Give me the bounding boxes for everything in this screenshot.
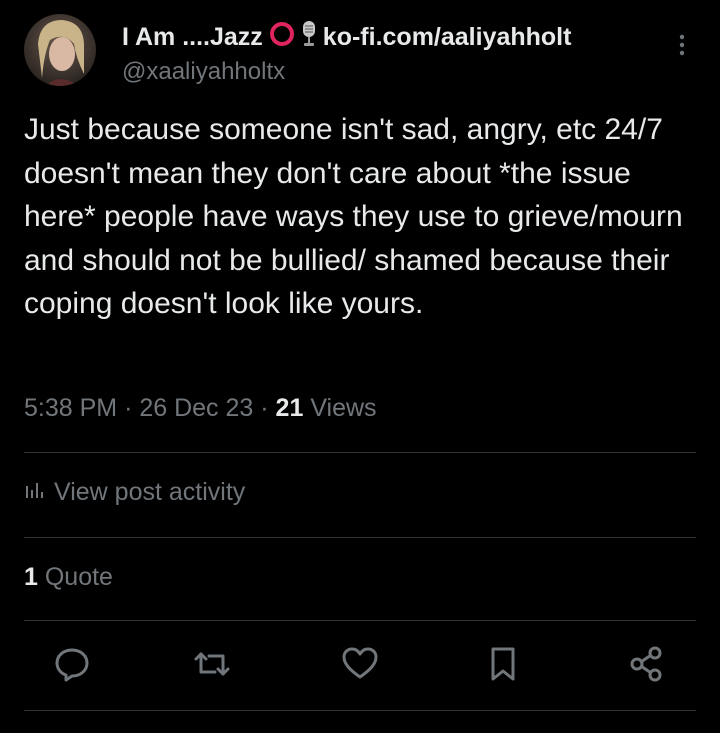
analytics-icon	[24, 478, 44, 507]
author-display-name[interactable]: I Am ....Jazz	[122, 23, 263, 52]
views-label: Views	[310, 394, 377, 422]
bookmark-button[interactable]	[481, 644, 525, 688]
divider	[24, 452, 696, 453]
author-name-suffix[interactable]: ko-fi.com/aaliyahholt	[323, 23, 572, 52]
more-options-icon[interactable]	[672, 32, 692, 62]
retweet-button[interactable]	[190, 644, 234, 688]
quote-count: 1	[24, 563, 38, 591]
reply-button[interactable]	[50, 644, 94, 688]
reply-icon	[52, 644, 92, 689]
divider	[24, 620, 696, 621]
divider	[24, 710, 696, 711]
quote-label: Quote	[44, 563, 113, 591]
tweet-text: Just because someone isn't sad, angry, e…	[24, 113, 683, 320]
quote-count-link[interactable]: 1 Quote	[24, 563, 113, 592]
author-name-row[interactable]: I Am ....Jazz ko-fi.com/aaliyahholt	[122, 20, 571, 54]
bookmark-icon	[483, 644, 523, 689]
tweet-meta: 5:38 PM · 26 Dec 23 · 21 Views	[24, 394, 377, 423]
view-post-activity-label: View post activity	[54, 478, 246, 506]
divider	[24, 537, 696, 538]
avatar-image	[24, 14, 96, 86]
share-button[interactable]	[624, 644, 668, 688]
author-handle[interactable]: @xaaliyahholtx	[122, 58, 285, 86]
meta-separator: ·	[260, 394, 269, 422]
view-post-activity-link[interactable]: View post activity	[24, 478, 245, 507]
tweet-time[interactable]: 5:38 PM	[24, 394, 117, 422]
avatar[interactable]	[24, 14, 96, 86]
meta-separator: ·	[124, 394, 133, 422]
share-icon	[626, 644, 666, 689]
tweet-date[interactable]: 26 Dec 23	[139, 394, 253, 422]
retweet-icon	[192, 644, 232, 689]
like-button[interactable]	[338, 644, 382, 688]
microphone-icon	[301, 20, 317, 55]
red-circle-icon	[269, 21, 295, 54]
views-count: 21	[275, 394, 304, 422]
like-icon	[340, 644, 380, 689]
